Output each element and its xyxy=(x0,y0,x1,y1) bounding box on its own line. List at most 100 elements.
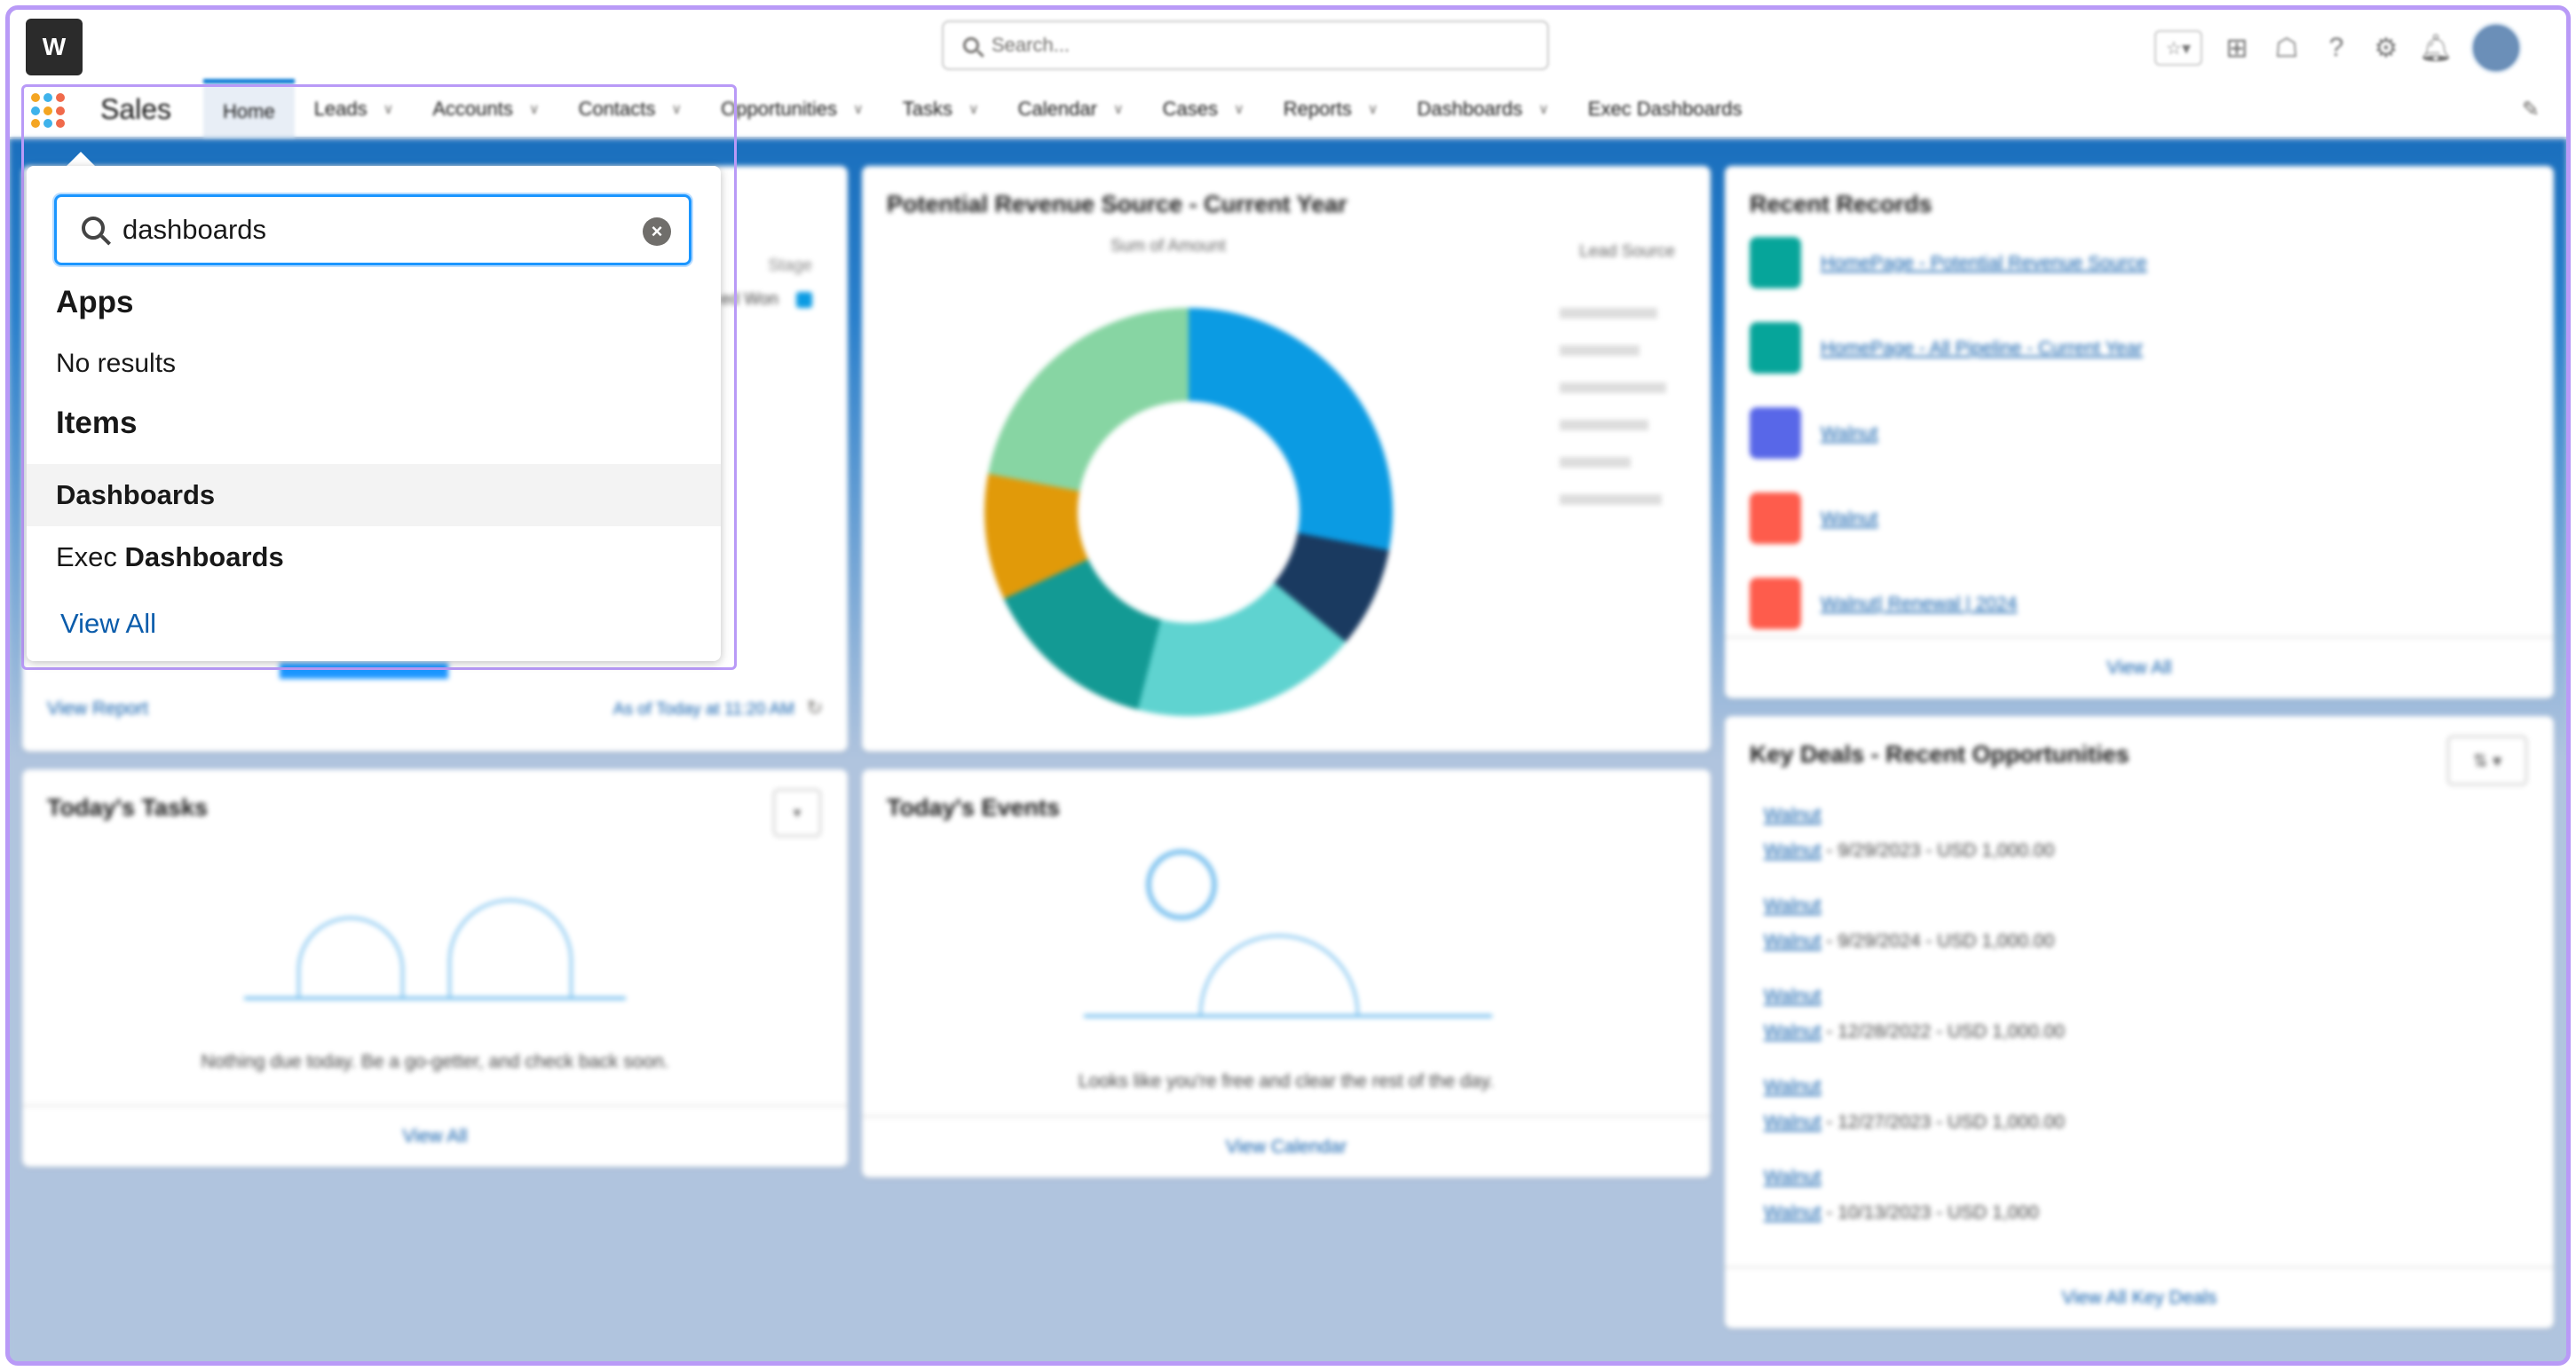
result-match: Dashboards xyxy=(124,541,284,572)
chevron-down-icon[interactable]: ∨ xyxy=(853,100,864,118)
card-title: Today's Tasks xyxy=(47,794,208,821)
deal-detail-row: Walnut - 10/13/2023 - USD 1,000 xyxy=(1764,1202,2039,1224)
tab-label: Cases xyxy=(1162,98,1219,120)
empty-state-text: Looks like you're free and clear the res… xyxy=(1078,1071,1495,1091)
global-search-placeholder: Search... xyxy=(992,34,1071,56)
deal-account-link[interactable]: Walnut xyxy=(1764,840,1821,861)
tab-cases[interactable]: Cases ∨ xyxy=(1143,79,1264,139)
search-icon xyxy=(963,37,979,53)
card-title: Recent Records xyxy=(1750,191,1932,217)
gear-icon[interactable]: ⚙ xyxy=(2371,33,2401,63)
revenue-chart-card: Potential Revenue Source - Current Year … xyxy=(862,166,1711,752)
key-deals-view-all[interactable]: View All Key Deals xyxy=(1725,1266,2554,1328)
tasks-filter-dropdown[interactable]: ▾ xyxy=(773,789,821,837)
deal-account-link[interactable]: Walnut xyxy=(1764,931,1821,951)
todays-tasks-card: Today's Tasks ▾ Nothing due today. Be a … xyxy=(22,769,848,1167)
empty-state-illustration xyxy=(1084,849,1492,1018)
recent-record-link[interactable]: Walnut xyxy=(1821,508,1878,530)
edit-nav-pencil-icon[interactable]: ✎ xyxy=(2522,97,2540,122)
deal-account-link[interactable]: Walnut xyxy=(1764,1112,1821,1132)
chevron-down-icon[interactable]: ∨ xyxy=(968,100,979,118)
tab-tasks[interactable]: Tasks ∨ xyxy=(883,79,999,139)
tab-label: Exec Dashboards xyxy=(1587,98,1742,120)
legend-title: Lead Source xyxy=(1579,242,1675,261)
tab-reports[interactable]: Reports ∨ xyxy=(1264,79,1398,139)
tab-label: Calendar xyxy=(1017,98,1097,120)
deal-name-link[interactable]: Walnut xyxy=(1764,986,1821,1007)
tab-label: Reports xyxy=(1283,98,1352,120)
deal-account-link[interactable]: Walnut xyxy=(1764,1021,1821,1042)
global-search-box[interactable]: Search... xyxy=(942,20,1549,70)
todays-events-card: Today's Events Looks like you're free an… xyxy=(862,769,1711,1178)
tab-dashboards[interactable]: Dashboards ∨ xyxy=(1398,79,1569,139)
chevron-down-icon[interactable]: ∨ xyxy=(1538,100,1549,118)
record-type-icon xyxy=(1750,407,1801,459)
refresh-icon[interactable]: ↻ xyxy=(807,697,823,720)
deal-name-link[interactable]: Walnut xyxy=(1764,1076,1821,1098)
deal-account-link[interactable]: Walnut xyxy=(1764,1202,1821,1223)
deal-detail: - 9/29/2024 - USD 1,000.00 xyxy=(1821,931,2055,951)
header-utility-icons: ☆▾ ⊞ ☖ ? ⚙ 🔔︎ xyxy=(2154,22,2522,74)
donut-chart xyxy=(984,308,1393,716)
deal-detail-row: Walnut - 9/29/2024 - USD 1,000.00 xyxy=(1764,931,2054,952)
legend-title: Stage xyxy=(768,256,812,275)
tab-label: Opportunities xyxy=(721,98,837,120)
card-title: Potential Revenue Source - Current Year xyxy=(887,191,1347,217)
events-view-calendar[interactable]: View Calendar xyxy=(862,1115,1711,1178)
clear-search-icon[interactable]: × xyxy=(643,217,671,246)
search-result-dashboards[interactable]: Dashboards xyxy=(27,464,721,526)
deal-name-link[interactable]: Walnut xyxy=(1764,1167,1821,1188)
tab-exec-dashboards[interactable]: Exec Dashboards xyxy=(1569,79,1762,139)
chevron-down-icon[interactable]: ∨ xyxy=(1234,100,1245,118)
recent-record-link[interactable]: HomePage - Potential Revenue Source xyxy=(1821,253,2147,274)
chevron-down-icon[interactable]: ∨ xyxy=(1368,100,1379,118)
result-match: Dashboards xyxy=(56,479,216,510)
tab-calendar[interactable]: Calendar ∨ xyxy=(999,79,1143,139)
view-report-link[interactable]: View Report xyxy=(47,698,148,720)
recent-record-link[interactable]: Walnut| Renewal | 2024 xyxy=(1821,594,2017,615)
recent-record-link[interactable]: Walnut xyxy=(1821,423,1878,445)
record-type-icon xyxy=(1750,237,1801,288)
deal-detail: - 9/29/2023 - USD 1,000.00 xyxy=(1821,840,2055,861)
recent-records-card: Recent Records HomePage - Potential Reve… xyxy=(1725,166,2554,698)
search-view-all-link[interactable]: View All xyxy=(60,608,156,640)
record-type-icon xyxy=(1750,492,1801,544)
items-heading: Items xyxy=(56,406,138,440)
app-launcher-search-dropdown: dashboards × Apps No results Items Dashb… xyxy=(27,166,721,661)
chart-axis-label: Sum of Amount xyxy=(1110,237,1226,256)
empty-state-illustration xyxy=(244,867,626,1000)
search-input[interactable]: dashboards × xyxy=(54,194,691,265)
deal-detail-row: Walnut - 12/27/2023 - USD 1,000.00 xyxy=(1764,1112,2065,1133)
apps-heading: Apps xyxy=(56,285,134,319)
key-deals-filter-dropdown[interactable]: ⇅ ▾ xyxy=(2447,736,2527,785)
recent-records-view-all[interactable]: View All xyxy=(1725,636,2554,698)
search-icon xyxy=(82,217,105,240)
org-logo[interactable]: W xyxy=(26,19,83,75)
favorites-icon[interactable]: ☆▾ xyxy=(2154,30,2202,66)
empty-state-text: Nothing due today. Be a go-getter, and c… xyxy=(201,1052,669,1072)
notifications-bell-icon[interactable]: 🔔︎ xyxy=(2419,33,2453,63)
search-result-exec-dashboards[interactable]: Exec Dashboards xyxy=(27,526,721,588)
help-icon[interactable]: ? xyxy=(2321,33,2351,63)
tab-label: Tasks xyxy=(902,98,952,120)
record-type-icon xyxy=(1750,578,1801,629)
deal-detail: - 12/28/2022 - USD 1,000.00 xyxy=(1821,1021,2065,1042)
card-title: Key Deals - Recent Opportunities xyxy=(1750,741,2130,768)
chart-legend xyxy=(1560,290,1675,698)
result-prefix: Exec xyxy=(56,541,125,572)
guidance-center-icon[interactable]: ☖ xyxy=(2272,33,2302,63)
legend-swatch xyxy=(796,292,812,308)
key-deals-card: Key Deals - Recent Opportunities ⇅ ▾ Wal… xyxy=(1725,716,2554,1328)
search-query: dashboards xyxy=(122,214,267,245)
deal-name-link[interactable]: Walnut xyxy=(1764,805,1821,826)
avatar[interactable] xyxy=(2470,22,2522,74)
deal-name-link[interactable]: Walnut xyxy=(1764,895,1821,917)
chevron-down-icon[interactable]: ∨ xyxy=(1113,100,1124,118)
app-window: W Search... ☆▾ ⊞ ☖ ? ⚙ 🔔︎ Sales Home Lead… xyxy=(5,5,2571,1366)
global-header: W Search... ☆▾ ⊞ ☖ ? ⚙ 🔔︎ xyxy=(10,10,2566,79)
global-actions-icon[interactable]: ⊞ xyxy=(2222,33,2252,63)
recent-record-link[interactable]: HomePage - All Pipeline - Current Year xyxy=(1821,338,2143,359)
deal-detail-row: Walnut - 9/29/2023 - USD 1,000.00 xyxy=(1764,840,2054,862)
tasks-view-all[interactable]: View All xyxy=(22,1105,848,1167)
as-of-timestamp: As of Today at 11:20 AM xyxy=(612,700,794,719)
